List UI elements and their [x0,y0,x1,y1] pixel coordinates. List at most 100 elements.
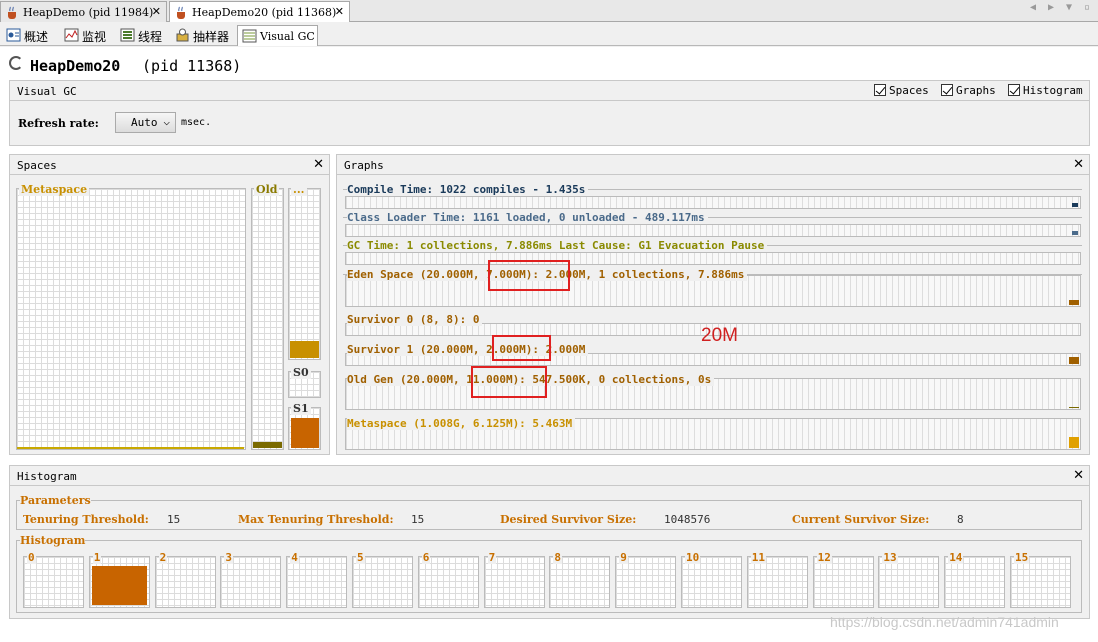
histogram-bucket-label: 3 [224,551,234,564]
red-highlight-box [492,335,551,361]
annotation-20m: 20M [701,325,738,346]
java-cup-icon [177,6,185,19]
metaspace-fill [17,447,244,449]
view-tab-bar: 概述 监视 线程 抽样器 Visual GC [0,23,1098,46]
chevron-down-icon: ⌵ [163,115,170,128]
tab-monitor[interactable]: 监视 [60,25,114,46]
histogram-title: Histogram [20,534,86,547]
histogram-bucket-label: 8 [553,551,563,564]
close-icon[interactable]: ✕ [335,5,344,18]
tab-visual-gc[interactable]: Visual GC [237,25,318,46]
app-pid: (pid 11368) [142,57,242,75]
compile-time-graph [345,196,1081,209]
visual-gc-icon [242,29,257,43]
histogram-bucket-label: 13 [882,551,898,564]
tab-label: 监视 [82,30,107,44]
s1-fill [291,418,319,448]
spaces-header: Spaces ✕ [10,155,329,175]
old-label: Old [254,183,280,196]
gc-time-graph [345,252,1081,265]
metaspace-grid [16,188,246,450]
gc-time-title: GC Time: 1 collections, 7.886ms Last Cau… [347,239,768,252]
eden-fill [290,341,319,358]
checkbox-checked-icon[interactable] [874,84,886,96]
histogram-bucket-label: 4 [290,551,299,564]
histogram-bucket-label: 15 [1014,551,1030,564]
red-highlight-box [488,260,570,291]
survivor-0-title: Survivor 0 (8, 8): 0 [347,313,483,326]
checkbox-checked-icon[interactable] [1008,84,1020,96]
tab-threads[interactable]: 线程 [116,25,170,46]
parameters-title: Parameters [20,494,91,507]
graphs-header: Graphs ✕ [337,155,1089,175]
threads-icon [120,28,135,42]
histogram-bucket-label: 2 [158,551,168,564]
tab-label: 概述 [24,30,49,44]
histogram-bucket-label: 7 [487,551,497,564]
tab-sampler[interactable]: 抽样器 [171,25,235,46]
histogram-bucket-label: 12 [816,551,832,564]
s1-label: S1 [291,402,311,415]
overview-icon [6,28,21,42]
close-icon[interactable]: ✕ [152,5,161,18]
tab-heapdemo20[interactable]: HeapDemo20 (pid 11368) ✕ [169,1,350,22]
refresh-rate-select[interactable]: Auto ⌵ [115,112,176,133]
old-gen-fill [253,441,282,448]
old-gen-grid [251,188,284,450]
histogram-bucket-label: 11 [750,551,767,564]
histogram-bucket-fill [91,566,147,605]
histogram-bucket-label: 5 [356,551,365,564]
tab-overview[interactable]: 概述 [2,25,58,46]
document-tab-bar: HeapDemo (pid 11984) ✕ HeapDemo20 (pid 1… [0,0,1098,22]
histogram-bucket-label: 6 [421,551,431,564]
desired-survivor-size-label: Desired Survivor Size: [500,513,637,526]
metaspace-title: Metaspace (1.008G, 6.125M): 5.463M [347,417,576,430]
tab-label: 抽样器 [193,30,230,44]
dropdown-icon[interactable]: ▼ [1066,2,1072,13]
current-survivor-size-label: Current Survivor Size: [792,513,930,526]
current-survivor-size-value: 8 [957,513,964,526]
histogram-bucket-label: 10 [685,551,701,564]
tenuring-threshold-label: Tenuring Threshold: [23,513,149,526]
loading-spinner-icon [9,56,23,70]
histogram-bucket-label: 0 [27,551,36,564]
class-loader-graph [345,224,1081,237]
spaces-checkbox[interactable]: Spaces [874,84,929,97]
histogram-bucket-label: 9 [619,551,628,564]
graphs-checkbox[interactable]: Graphs [941,84,996,97]
sampler-icon [176,28,189,42]
desired-survivor-size-value: 1048576 [664,513,711,526]
max-tenuring-threshold-label: Max Tenuring Threshold: [238,513,394,526]
survivor-1-title: Survivor 1 (20.000M, 2.000M): 2.000M [347,343,589,356]
close-icon[interactable]: ✕ [313,157,324,172]
close-icon[interactable]: ✕ [1073,468,1084,483]
max-tenuring-threshold-value: 15 [411,513,425,526]
scroll-right-icon[interactable]: ▶ [1048,2,1054,13]
eden-grid [288,188,321,360]
histogram-bucket-label: 14 [948,551,964,564]
scroll-left-icon[interactable]: ◀ [1030,2,1036,13]
checkbox-checked-icon[interactable] [941,84,953,96]
histogram-header: Histogram ✕ [10,466,1089,486]
tab-label: HeapDemo20 (pid 11368) [192,6,337,19]
tab-label: Visual GC [260,30,315,43]
s0-label: S0 [291,366,311,379]
red-highlight-box [471,366,547,398]
histogram-bucket-label: 1 [92,551,102,564]
refresh-rate-label: Refresh rate: [18,117,99,130]
close-icon[interactable]: ✕ [1073,157,1084,172]
eden-label: ... [291,183,307,196]
maximize-icon[interactable]: ▫ [1084,2,1090,13]
java-cup-icon [8,6,16,19]
histogram-checkbox[interactable]: Histogram [1008,84,1083,97]
app-title: HeapDemo20 [30,57,121,75]
compile-time-title: Compile Time: 1022 compiles - 1.435s [347,183,589,196]
watermark: https://blog.csdn.net/admin741admin [830,614,1059,630]
refresh-unit: msec. [181,117,212,128]
metaspace-label: Metaspace [19,183,90,196]
tab-heapdemo[interactable]: HeapDemo (pid 11984) ✕ [0,1,167,22]
monitor-chart-icon [64,28,79,42]
class-loader-title: Class Loader Time: 1161 loaded, 0 unload… [347,211,708,224]
tenuring-threshold-value: 15 [167,513,181,526]
tab-label: HeapDemo (pid 11984) [23,6,154,19]
